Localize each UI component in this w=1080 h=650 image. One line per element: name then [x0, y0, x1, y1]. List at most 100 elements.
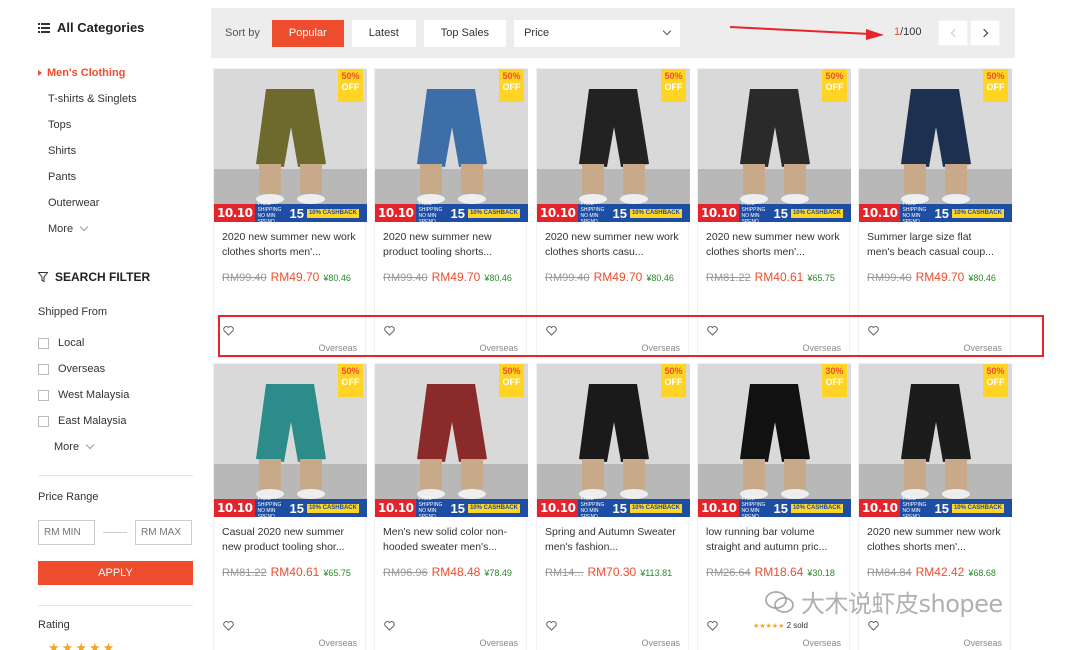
category-item-shirts[interactable]: Shirts [38, 138, 198, 164]
ship-location: Overseas [963, 343, 1002, 353]
discount-badge: 30% OFF [822, 364, 847, 397]
checkbox[interactable] [38, 415, 49, 427]
heart-icon[interactable] [223, 621, 234, 631]
cny-price: ¥30.18 [807, 568, 835, 578]
product-card[interactable]: 50% OFF 10.10 FREE SHIPPING NO MIN SPEND… [536, 363, 690, 650]
product-name[interactable]: 2020 new summer new work clothes shorts … [214, 222, 365, 262]
product-name[interactable]: Men's new solid color non-hooded sweater… [375, 517, 526, 557]
heart-icon[interactable] [223, 326, 234, 336]
product-card[interactable]: 50% OFF 10.10 FREE SHIPPING NO MIN SPEND… [858, 363, 1012, 650]
promo-cashback: 10% CASHBACK [790, 503, 843, 513]
apply-button[interactable]: APPLY [38, 561, 193, 585]
promo-banner: 10.10 FREE SHIPPING NO MIN SPEND 15 10% … [698, 201, 851, 222]
product-image[interactable]: 50% OFF 10.10 FREE SHIPPING NO MIN SPEND… [214, 364, 367, 517]
product-image[interactable]: 50% OFF 10.10 FREE SHIPPING NO MIN SPEND… [537, 364, 690, 517]
next-page-button[interactable] [970, 20, 1000, 46]
sale-price: RM42.42 [915, 565, 965, 579]
product-card[interactable]: 50% OFF 10.10 FREE SHIPPING NO MIN SPEND… [374, 363, 528, 650]
heart-icon[interactable] [546, 326, 557, 336]
heart-icon[interactable] [384, 621, 395, 631]
product-name[interactable]: low running bar volume straight and autu… [698, 517, 849, 557]
star-icon: ★ [48, 640, 60, 650]
product-prices: RM14... RM70.30 ¥113.81 [537, 565, 688, 579]
category-item-tops[interactable]: Tops [38, 112, 198, 138]
checkbox[interactable] [38, 389, 49, 401]
promo-free-shipping: FREE SHIPPING NO MIN SPEND [741, 201, 766, 222]
chevron-down-icon [79, 222, 89, 232]
checkbox[interactable] [38, 337, 49, 349]
sold-count: 2 sold [786, 621, 808, 630]
prev-page-button[interactable] [938, 20, 968, 46]
product-image[interactable]: 50% OFF 10.10 FREE SHIPPING NO MIN SPEND… [214, 69, 367, 222]
cny-price: ¥80.46 [484, 273, 512, 283]
category-item-mens-clothing[interactable]: Men's Clothing [38, 60, 198, 86]
sold-info: ★★★★★ 2 sold [753, 621, 808, 630]
promo-free-shipping: FREE SHIPPING NO MIN SPEND [580, 201, 605, 222]
product-prices: RM81.22 RM40.61 ¥65.75 [214, 565, 365, 579]
ship-location: Overseas [641, 343, 680, 353]
promo-banner: 10.10 FREE SHIPPING NO MIN SPEND 15 10% … [214, 201, 367, 222]
max-price-input[interactable] [135, 520, 192, 545]
checkbox[interactable] [38, 363, 49, 375]
product-image[interactable]: 50% OFF 10.10 FREE SHIPPING NO MIN SPEND… [375, 364, 528, 517]
sort-latest-button[interactable]: Latest [351, 19, 416, 47]
cny-price: ¥65.75 [807, 273, 835, 283]
promo-banner: 10.10 FREE SHIPPING NO MIN SPEND 15 10% … [375, 496, 528, 517]
product-name[interactable]: Casual 2020 new summer new product tooli… [214, 517, 365, 557]
product-name[interactable]: 2020 new summer new work clothes shorts … [859, 517, 1010, 557]
shipped-from-more-button[interactable]: More [38, 434, 129, 460]
min-price-input[interactable] [38, 520, 95, 545]
product-card[interactable]: 50% OFF 10.10 FREE SHIPPING NO MIN SPEND… [374, 68, 528, 358]
sort-top-sales-button[interactable]: Top Sales [423, 19, 507, 47]
heart-icon[interactable] [384, 326, 395, 336]
product-card[interactable]: 50% OFF 10.10 FREE SHIPPING NO MIN SPEND… [697, 68, 851, 358]
product-name[interactable]: 2020 new summer new work clothes shorts … [698, 222, 849, 262]
shipped-from-option-west-malaysia[interactable]: West Malaysia [38, 382, 129, 408]
product-card[interactable]: 30% OFF 10.10 FREE SHIPPING NO MIN SPEND… [697, 363, 851, 650]
promo-cashback: 10% CASHBACK [790, 208, 843, 218]
discount-badge: 50% OFF [661, 69, 686, 102]
product-image[interactable]: 30% OFF 10.10 FREE SHIPPING NO MIN SPEND… [698, 364, 851, 517]
rating-stars[interactable]: ★ ★ ★ ★ ★ [48, 640, 114, 650]
category-label: Men's Clothing [47, 67, 126, 79]
product-image[interactable]: 50% OFF 10.10 FREE SHIPPING NO MIN SPEND… [537, 69, 690, 222]
category-item-outerwear[interactable]: Outerwear [38, 190, 198, 216]
category-item-pants[interactable]: Pants [38, 164, 198, 190]
category-more-button[interactable]: More [38, 216, 198, 242]
shipped-from-option-local[interactable]: Local [38, 330, 129, 356]
shipped-from-option-east-malaysia[interactable]: East Malaysia [38, 408, 129, 434]
divider [38, 475, 193, 476]
product-card[interactable]: 50% OFF 10.10 FREE SHIPPING NO MIN SPEND… [858, 68, 1012, 358]
ship-location: Overseas [479, 638, 518, 648]
promo-number: 15 [289, 500, 304, 516]
category-item-tshirts[interactable]: T-shirts & Singlets [38, 86, 198, 112]
all-categories-header[interactable]: All Categories [38, 20, 144, 35]
product-image[interactable]: 50% OFF 10.10 FREE SHIPPING NO MIN SPEND… [698, 69, 851, 222]
product-card[interactable]: 50% OFF 10.10 FREE SHIPPING NO MIN SPEND… [213, 363, 367, 650]
promo-number: 15 [773, 205, 788, 221]
sort-popular-button[interactable]: Popular [271, 19, 344, 47]
product-name[interactable]: 2020 new summer new product tooling shor… [375, 222, 526, 262]
heart-icon[interactable] [707, 621, 718, 631]
heart-icon[interactable] [868, 326, 879, 336]
product-card[interactable]: 50% OFF 10.10 FREE SHIPPING NO MIN SPEND… [536, 68, 690, 358]
discount-badge: 50% OFF [499, 364, 524, 397]
promo-cashback: 10% CASHBACK [306, 208, 359, 218]
heart-icon[interactable] [546, 621, 557, 631]
product-image[interactable]: 50% OFF 10.10 FREE SHIPPING NO MIN SPEND… [859, 69, 1012, 222]
shopee-listing-page: All Categories Men's Clothing T-shirts &… [0, 0, 1080, 650]
product-name[interactable]: Summer large size flat men's beach casua… [859, 222, 1010, 262]
product-card[interactable]: 50% OFF 10.10 FREE SHIPPING NO MIN SPEND… [213, 68, 367, 358]
product-image[interactable]: 50% OFF 10.10 FREE SHIPPING NO MIN SPEND… [375, 69, 528, 222]
promo-number: 15 [450, 205, 465, 221]
product-name[interactable]: Spring and Autumn Sweater men's fashion.… [537, 517, 688, 557]
heart-icon[interactable] [707, 326, 718, 336]
product-name[interactable]: 2020 new summer new work clothes shorts … [537, 222, 688, 262]
price-sort-select[interactable]: Price [514, 19, 681, 47]
product-image[interactable]: 50% OFF 10.10 FREE SHIPPING NO MIN SPEND… [859, 364, 1012, 517]
promo-banner: 10.10 FREE SHIPPING NO MIN SPEND 15 10% … [214, 496, 367, 517]
shipped-from-option-overseas[interactable]: Overseas [38, 356, 129, 382]
heart-icon[interactable] [868, 621, 879, 631]
promo-banner: 10.10 FREE SHIPPING NO MIN SPEND 15 10% … [698, 496, 851, 517]
promo-date: 10.10 [859, 499, 901, 517]
